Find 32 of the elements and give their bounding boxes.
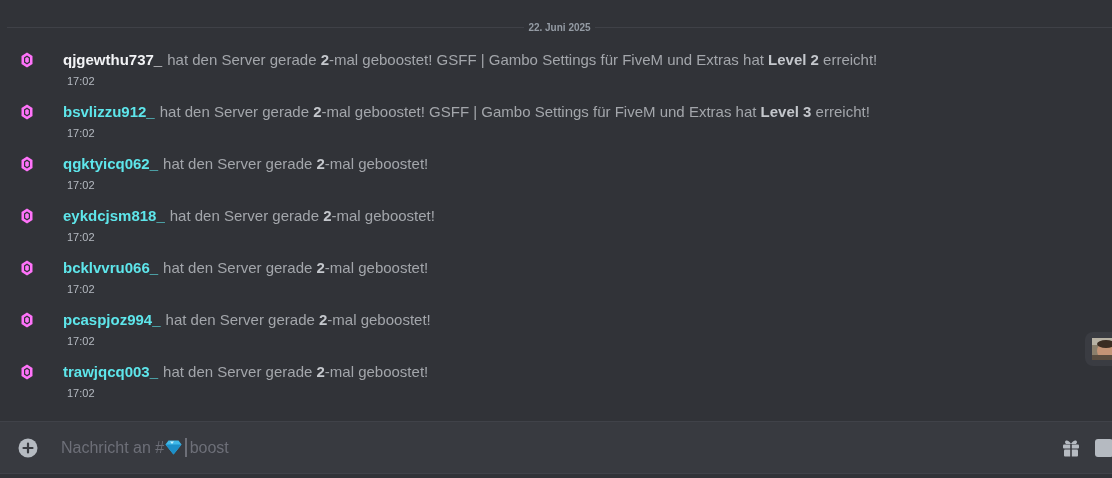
boost-gem-icon bbox=[21, 364, 33, 380]
username[interactable]: qjgewthu737_ bbox=[63, 48, 163, 72]
timestamp: 17:02 bbox=[67, 74, 95, 89]
username[interactable]: bsvlizzu912_ bbox=[63, 100, 155, 124]
add-icon[interactable] bbox=[18, 437, 38, 458]
boost-gem-icon bbox=[21, 52, 33, 68]
diamond-icon bbox=[165, 440, 183, 455]
timestamp: 17:02 bbox=[67, 334, 95, 349]
username[interactable]: eykdcjsm818_ bbox=[63, 204, 165, 228]
boost-gem-icon bbox=[21, 104, 33, 120]
boost-gem-icon bbox=[21, 260, 33, 276]
username[interactable]: bcklvvru066_ bbox=[63, 256, 159, 280]
date-divider: 22. Juni 2025 bbox=[527, 20, 592, 35]
username[interactable]: trawjqcq003_ bbox=[63, 360, 159, 384]
boost-message: hat den Server gerade 2-mal geboostet! GSFF | Gambo Settings für FiveM und Extras hat Level 2 erreicht! bbox=[167, 49, 878, 70]
gift-icon[interactable] bbox=[1062, 438, 1080, 457]
timestamp: 17:02 bbox=[67, 178, 95, 193]
timestamp: 17:02 bbox=[67, 126, 95, 141]
boost-gem-icon bbox=[21, 312, 33, 328]
boost-gem-icon bbox=[21, 208, 33, 224]
timestamp: 17:02 bbox=[67, 282, 95, 297]
boost-message: hat den Server gerade 2-mal geboostet! bbox=[169, 205, 435, 226]
timestamp: 17:02 bbox=[67, 386, 95, 401]
username[interactable]: pcaspjoz994_ bbox=[63, 308, 161, 332]
boost-gem-icon bbox=[21, 156, 33, 172]
username[interactable]: qgktyicq062_ bbox=[63, 152, 159, 176]
boost-message: hat den Server gerade 2-mal geboostet! bbox=[163, 361, 429, 382]
boost-message: hat den Server gerade 2-mal geboostet! bbox=[165, 309, 431, 330]
boost-message: hat den Server gerade 2-mal geboostet! bbox=[163, 257, 429, 278]
timestamp: 17:02 bbox=[67, 230, 95, 245]
boost-message: hat den Server gerade 2-mal geboostet! bbox=[163, 153, 429, 174]
boost-message: hat den Server gerade 2-mal geboostet! GSFF | Gambo Settings für FiveM und Extras hat Level 3 erreicht! bbox=[159, 101, 870, 122]
